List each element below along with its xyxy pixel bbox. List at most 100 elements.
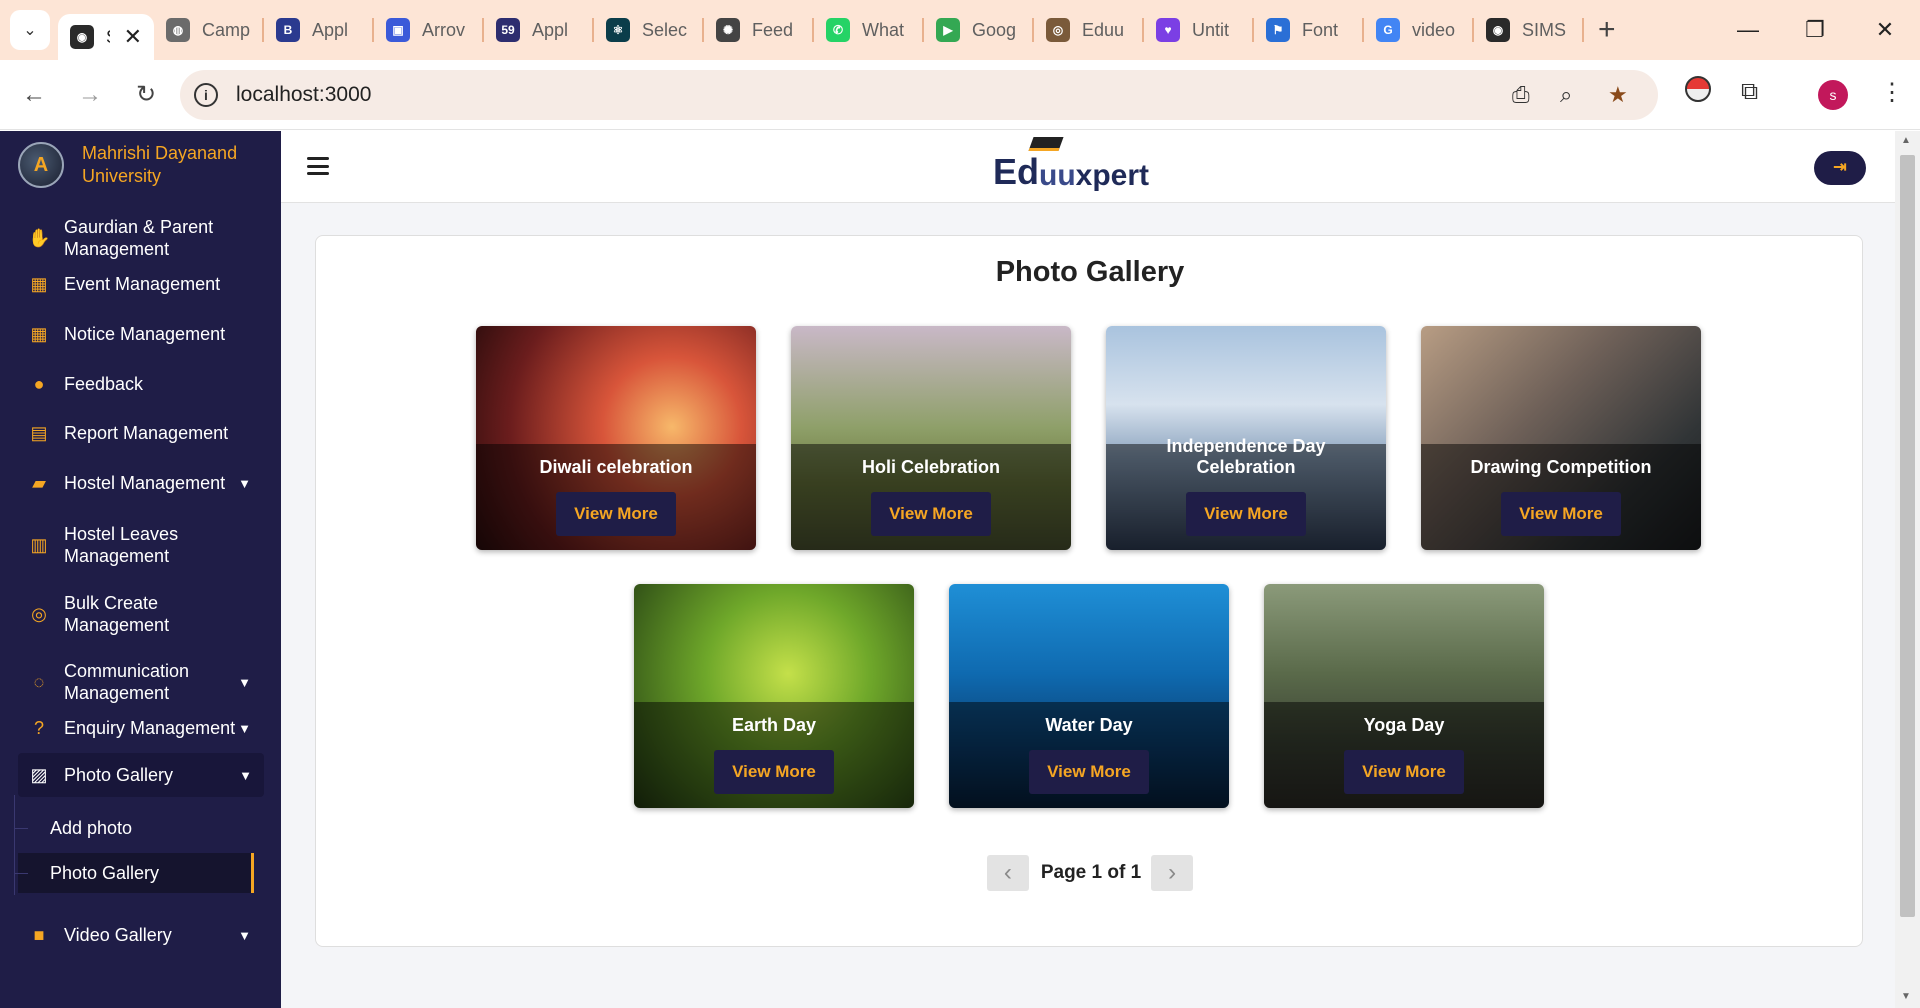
photo-title: Drawing Competition: [1470, 457, 1652, 477]
next-page-button[interactable]: ›: [1151, 855, 1194, 891]
page-title: Photo Gallery: [995, 256, 1185, 288]
browser-tab[interactable]: ⚛ Selec: [594, 7, 702, 53]
address-bar[interactable]: i localhost:3000 ⎙ ⌕ ★: [180, 70, 1658, 120]
caret-down-icon: ▼: [238, 475, 251, 491]
sidebar-item-label: Hostel Management: [64, 473, 226, 493]
url-text[interactable]: localhost:3000: [236, 83, 371, 107]
calendar-icon: ▦: [30, 323, 48, 344]
question-icon: ?: [33, 717, 44, 738]
tab-title: Appl: [532, 19, 569, 40]
browser-tab[interactable]: ✆ What: [814, 7, 922, 53]
sidebar-item-event-management[interactable]: ▦ Event Management: [0, 271, 281, 297]
browser-tab[interactable]: ▣ Arrov: [374, 7, 482, 53]
yoga-photo[interactable]: Yoga Day View More: [1264, 584, 1544, 808]
sidebar-item-enquiry-management[interactable]: ? Enquiry Management ▼: [0, 715, 281, 741]
back-arrow-icon[interactable]: ←: [12, 81, 56, 109]
sidebar-item-hostel-leaves-management[interactable]: ▥ Hostel Leaves Management: [0, 522, 281, 568]
tab-title: Untit: [1192, 19, 1230, 40]
sidebar-item-label: Report Management: [64, 423, 229, 443]
tab-favicon-icon: ▣: [386, 18, 410, 42]
tab-favicon-icon: ◍: [166, 18, 190, 42]
view-more-button[interactable]: View More: [1344, 750, 1464, 794]
browser-tab[interactable]: ◉ S ✕: [58, 14, 154, 60]
browser-tab[interactable]: B Appl: [264, 7, 372, 53]
holi-photo[interactable]: Holi Celebration View More: [791, 326, 1071, 550]
scroll-up-arrow[interactable]: ▲: [1901, 135, 1911, 146]
main-content: Ed uu xpert ⇥ Photo Gallery Diwali celebra…: [281, 131, 1895, 1008]
minimize-window-icon[interactable]: —: [1715, 0, 1781, 60]
sidebar-item-report-management[interactable]: ▤ Report Management: [0, 420, 281, 446]
sidebar-item-photo-gallery[interactable]: ▨ Photo Gallery ▼: [18, 753, 264, 797]
caret-down-icon: ▼: [238, 674, 251, 690]
chat-bubble-icon: ●: [33, 373, 45, 394]
tab-search-dropdown[interactable]: ⌄: [10, 10, 50, 50]
sidebar-item-feedback[interactable]: ● Feedback: [0, 371, 281, 397]
view-more-button[interactable]: View More: [1501, 492, 1621, 536]
view-more-button[interactable]: View More: [556, 492, 676, 536]
sidebar-item-label: Gaurdian & Parent Management: [64, 217, 214, 259]
prev-page-button[interactable]: ‹: [986, 855, 1029, 891]
sidebar-brand[interactable]: A Mahrishi Dayanand University: [0, 131, 281, 191]
forward-arrow-icon[interactable]: →: [68, 81, 112, 109]
scroll-down-arrow[interactable]: ▼: [1901, 991, 1911, 1002]
logo-text-ed: Ed: [993, 151, 1040, 192]
tab-title: video: [1412, 19, 1456, 40]
zoom-icon[interactable]: ⌕: [1560, 82, 1572, 108]
sidebar-item-label: Hostel Leaves Management: [64, 524, 179, 566]
browser-tab[interactable]: ◉ SIMS: [1474, 7, 1582, 53]
browser-tab[interactable]: Gvideo: [1364, 7, 1472, 53]
view-more-button[interactable]: View More: [1029, 750, 1149, 794]
browser-tab[interactable]: ▶ Goog: [924, 7, 1032, 53]
drawing-photo[interactable]: Drawing Competition View More: [1421, 326, 1701, 550]
site-info-icon[interactable]: i: [194, 83, 218, 107]
sidebar-item-notice-management[interactable]: ▦ Notice Management: [0, 321, 281, 347]
sidebar-item-video-gallery[interactable]: ■ Video Gallery ▼: [0, 922, 281, 948]
hamburger-menu-icon[interactable]: [307, 157, 329, 175]
diwali-photo[interactable]: Diwali celebration View More: [476, 326, 756, 550]
flag-photo[interactable]: Independence Day Celebration View More: [1106, 326, 1386, 550]
sidebar-item-label: Bulk Create Management: [64, 593, 170, 635]
extensions-puzzle-icon[interactable]: ⧉: [1741, 78, 1758, 106]
browser-menu-icon[interactable]: ⋮: [1880, 78, 1904, 107]
browser-tab[interactable]: ◎ Eduu: [1034, 7, 1142, 53]
browser-tab[interactable]: ◍ Camp: [154, 7, 262, 53]
page-indicator: Page 1 of 1: [1040, 862, 1142, 883]
sidebar-item-label: Photo Gallery: [64, 765, 174, 785]
submenu-item-add-photo[interactable]: Add photo: [14, 808, 254, 848]
view-more-button[interactable]: View More: [714, 750, 834, 794]
plant-photo[interactable]: Earth Day View More: [634, 584, 914, 808]
coin-icon: ◎: [31, 603, 47, 624]
page-scrollbar[interactable]: ▲ ▼: [1895, 131, 1920, 1008]
close-window-icon[interactable]: ✕: [1852, 0, 1918, 60]
sidebar-item-label: Feedback: [64, 374, 144, 394]
profile-avatar[interactable]: s: [1818, 80, 1848, 110]
sidebar-item-hostel-management[interactable]: ▰ Hostel Management ▼: [0, 470, 281, 496]
submenu-item-photo-gallery[interactable]: Photo Gallery: [14, 853, 254, 893]
photo-title: Holi Celebration: [861, 457, 1000, 477]
tab-title: S: [106, 27, 110, 48]
new-tab-button[interactable]: +: [1598, 13, 1616, 47]
view-more-button[interactable]: View More: [871, 492, 991, 536]
sidebar-item-bulk-create-management[interactable]: ◎ Bulk Create Management: [0, 591, 281, 637]
sidebar-item-label: Video Gallery: [64, 925, 172, 945]
browser-tab[interactable]: 59 Appl: [484, 7, 592, 53]
browser-tab[interactable]: ✺ Feed: [704, 7, 812, 53]
tab-title: Feed: [752, 19, 794, 40]
install-app-icon[interactable]: ⎙: [1512, 82, 1530, 108]
tab-favicon-icon: ▶: [936, 18, 960, 42]
pokeball-extension-icon[interactable]: [1685, 76, 1711, 109]
sidebar-item-communication-management[interactable]: ◌ Communication Management ▼: [0, 659, 281, 705]
photo-title: Independence Day Celebration: [1166, 436, 1326, 477]
browser-tab[interactable]: ♥ Untit: [1144, 7, 1252, 53]
browser-tab[interactable]: ⚑ Font: [1254, 7, 1362, 53]
ocean-photo[interactable]: Water Day View More: [949, 584, 1229, 808]
logout-button[interactable]: ⇥: [1814, 151, 1866, 185]
tab-close-icon[interactable]: ✕: [124, 24, 142, 50]
top-header: Ed uu xpert ⇥: [281, 131, 1895, 203]
bookmark-star-icon[interactable]: ★: [1608, 82, 1628, 108]
restore-window-icon[interactable]: ❐: [1782, 0, 1848, 60]
view-more-button[interactable]: View More: [1186, 492, 1306, 536]
sidebar-item-gaurdian-parent-management[interactable]: ✋ Gaurdian & Parent Management: [0, 215, 281, 261]
reload-icon[interactable]: ↻: [124, 80, 168, 109]
scrollbar-thumb[interactable]: [1900, 155, 1915, 917]
